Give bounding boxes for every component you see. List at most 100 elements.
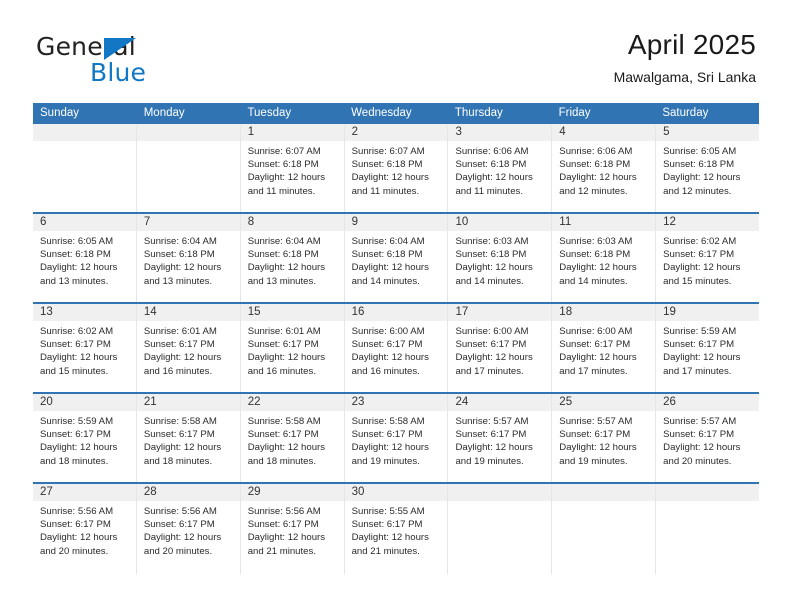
calendar-day-cell[interactable]: 26 Sunrise: 5:57 AM Sunset: 6:17 PM Dayligh… [656,394,760,482]
day-sun-info: Sunrise: 6:01 AM Sunset: 6:17 PM Daylight:… [137,321,240,378]
daylight-text-line2: and 19 minutes. [455,455,524,467]
calendar-day-cell[interactable]: 23 Sunrise: 5:58 AM Sunset: 6:17 PM Dayligh… [344,394,449,482]
calendar-day-cell[interactable]: 14 Sunrise: 6:01 AM Sunset: 6:17 PM Dayligh… [136,304,241,392]
daylight-text-line1: Daylight: 12 hours [663,262,741,274]
day-sun-info: Sunrise: 6:01 AM Sunset: 6:17 PM Daylight:… [241,321,344,378]
calendar-day-cell[interactable]: 25 Sunrise: 5:57 AM Sunset: 6:17 PM Dayligh… [552,394,657,482]
calendar-day-cell[interactable]: 8 Sunrise: 6:04 AM Sunset: 6:18 PM Daylight… [240,214,345,302]
day-number: 12 [663,216,676,228]
calendar-day-cell[interactable]: 11 Sunrise: 6:03 AM Sunset: 6:18 PM Dayligh… [552,214,657,302]
calendar-day-cell[interactable]: 27 Sunrise: 5:56 AM Sunset: 6:17 PM Dayligh… [33,484,137,574]
daylight-text-line2: and 15 minutes. [663,275,732,287]
logo-triangle-icon [104,38,136,60]
daylight-text-line2: and 17 minutes. [455,365,524,377]
day-number-band: 18 [552,304,656,321]
calendar-day-cell[interactable]: 6 Sunrise: 6:05 AM Sunset: 6:18 PM Daylight… [33,214,137,302]
calendar-day-cell[interactable]: 12 Sunrise: 6:02 AM Sunset: 6:17 PM Dayligh… [656,214,760,302]
day-sun-info: Sunrise: 6:07 AM Sunset: 6:18 PM Daylight:… [345,141,448,198]
sunrise-text: Sunrise: 5:57 AM [455,416,529,427]
sunrise-text: Sunrise: 6:00 AM [559,326,633,337]
day-number: 1 [247,126,255,138]
calendar-day-cell[interactable]: 2 Sunrise: 6:07 AM Sunset: 6:18 PM Daylight… [344,124,449,212]
daylight-text-line2: and 13 minutes. [143,275,213,287]
weekday-header-friday: Friday [558,107,591,119]
calendar-day-cell[interactable]: 24 Sunrise: 5:57 AM Sunset: 6:17 PM Dayligh… [448,394,553,482]
sunrise-text: Sunrise: 6:04 AM [247,236,321,247]
daylight-text-line2: and 18 minutes. [143,455,213,467]
daylight-text-line2: and 14 minutes. [455,275,524,287]
day-number: 15 [247,306,261,318]
sunrise-text: Sunrise: 5:58 AM [351,416,425,427]
day-number: 24 [455,396,469,408]
daylight-text-line2: and 16 minutes. [143,365,213,377]
calendar-day-cell[interactable]: 3 Sunrise: 6:06 AM Sunset: 6:18 PM Daylight… [448,124,553,212]
day-number-band: 4 [552,124,656,141]
daylight-text-line2: and 12 minutes. [663,185,732,197]
day-number: 18 [559,306,573,318]
calendar-day-cell[interactable]: 17 Sunrise: 6:00 AM Sunset: 6:17 PM Dayligh… [448,304,553,392]
day-number: 26 [663,396,676,408]
day-sun-info: Sunrise: 5:58 AM Sunset: 6:17 PM Daylight:… [241,411,344,468]
calendar-day-cell[interactable]: 29 Sunrise: 5:56 AM Sunset: 6:17 PM Dayligh… [240,484,345,574]
day-sun-info: Sunrise: 6:02 AM Sunset: 6:17 PM Daylight:… [33,321,136,378]
day-number-band: 7 [136,214,240,231]
daylight-text-line2: and 14 minutes. [351,275,420,287]
calendar-day-cell[interactable]: 19 Sunrise: 5:59 AM Sunset: 6:17 PM Dayligh… [656,304,760,392]
day-sun-info: Sunrise: 5:56 AM Sunset: 6:17 PM Daylight:… [241,501,344,558]
weekday-header-monday: Monday [143,107,185,119]
calendar-day-cell[interactable]: 28 Sunrise: 5:56 AM Sunset: 6:17 PM Dayligh… [136,484,241,574]
calendar-day-cell[interactable]: 7 Sunrise: 6:04 AM Sunset: 6:18 PM Daylight… [136,214,241,302]
day-sun-info: Sunrise: 5:56 AM Sunset: 6:17 PM Daylight:… [33,501,136,558]
daylight-text-line1: Daylight: 12 hours [559,442,637,454]
daylight-text-line2: and 14 minutes. [559,275,628,287]
calendar-day-cell[interactable]: 20 Sunrise: 5:59 AM Sunset: 6:17 PM Dayligh… [33,394,137,482]
calendar-day-cell[interactable]: 30 Sunrise: 5:55 AM Sunset: 6:17 PM Dayligh… [344,484,449,574]
calendar-day-cell[interactable]: 16 Sunrise: 6:00 AM Sunset: 6:17 PM Dayligh… [344,304,449,392]
sunset-text: Sunset: 6:17 PM [455,339,527,351]
calendar-day-cell[interactable]: 9 Sunrise: 6:04 AM Sunset: 6:18 PM Daylight… [344,214,449,302]
daylight-text-line2: and 18 minutes. [247,455,316,467]
daylight-text-line1: Daylight: 12 hours [247,262,326,274]
day-number-band: 12 [656,214,760,231]
sunrise-text: Sunrise: 6:03 AM [559,236,633,247]
weekday-header-wednesday: Wednesday [351,107,412,119]
day-number: 9 [351,216,358,228]
day-sun-info: Sunrise: 6:07 AM Sunset: 6:18 PM Daylight:… [241,141,344,198]
daylight-text-line1: Daylight: 12 hours [455,352,533,364]
sunset-text: Sunset: 6:18 PM [247,159,319,171]
day-sun-info: Sunrise: 5:58 AM Sunset: 6:17 PM Daylight:… [137,411,240,468]
day-number: 10 [455,216,469,228]
weekday-header-sunday: Sunday [40,107,80,119]
day-number: 23 [351,396,365,408]
day-number-band [552,484,656,501]
calendar-day-cell[interactable]: 5 Sunrise: 6:05 AM Sunset: 6:18 PM Daylight… [656,124,760,212]
day-number: 25 [559,396,573,408]
day-number: 8 [247,216,255,228]
daylight-text-line2: and 16 minutes. [247,365,316,377]
sunset-text: Sunset: 6:18 PM [351,159,423,171]
calendar-day-cell[interactable]: 4 Sunrise: 6:06 AM Sunset: 6:18 PM Daylight… [552,124,657,212]
daylight-text-line1: Daylight: 12 hours [663,442,741,454]
day-number: 16 [351,306,365,318]
daylight-text-line1: Daylight: 12 hours [247,532,326,544]
sunrise-text: Sunrise: 6:01 AM [247,326,321,337]
sunset-text: Sunset: 6:17 PM [455,429,527,441]
day-number-band: 1 [240,124,344,141]
sunset-text: Sunset: 6:17 PM [247,339,319,351]
calendar-day-cell[interactable]: 15 Sunrise: 6:01 AM Sunset: 6:17 PM Dayligh… [240,304,345,392]
calendar-day-cell[interactable]: 22 Sunrise: 5:58 AM Sunset: 6:17 PM Dayligh… [240,394,345,482]
calendar-day-cell[interactable]: 10 Sunrise: 6:03 AM Sunset: 6:18 PM Dayligh… [448,214,553,302]
daylight-text-line1: Daylight: 12 hours [40,532,118,544]
calendar-day-cell[interactable]: 13 Sunrise: 6:02 AM Sunset: 6:17 PM Dayligh… [33,304,137,392]
calendar-day-cell[interactable]: 18 Sunrise: 6:00 AM Sunset: 6:17 PM Dayligh… [552,304,657,392]
calendar-day-cell[interactable]: 21 Sunrise: 5:58 AM Sunset: 6:17 PM Dayligh… [136,394,241,482]
calendar-week-row: 27 Sunrise: 5:56 AM Sunset: 6:17 PM Dayligh… [33,484,760,574]
day-sun-info: Sunrise: 6:02 AM Sunset: 6:17 PM Daylight:… [656,231,759,288]
daylight-text-line1: Daylight: 12 hours [351,172,429,184]
day-number: 27 [40,486,53,498]
calendar-day-cell[interactable]: 1 Sunrise: 6:07 AM Sunset: 6:18 PM Daylight… [240,124,345,212]
day-number-band: 28 [136,484,240,501]
sunrise-text: Sunrise: 5:57 AM [559,416,633,427]
sunrise-text: Sunrise: 5:56 AM [40,506,114,517]
day-number-band: 21 [136,394,240,411]
